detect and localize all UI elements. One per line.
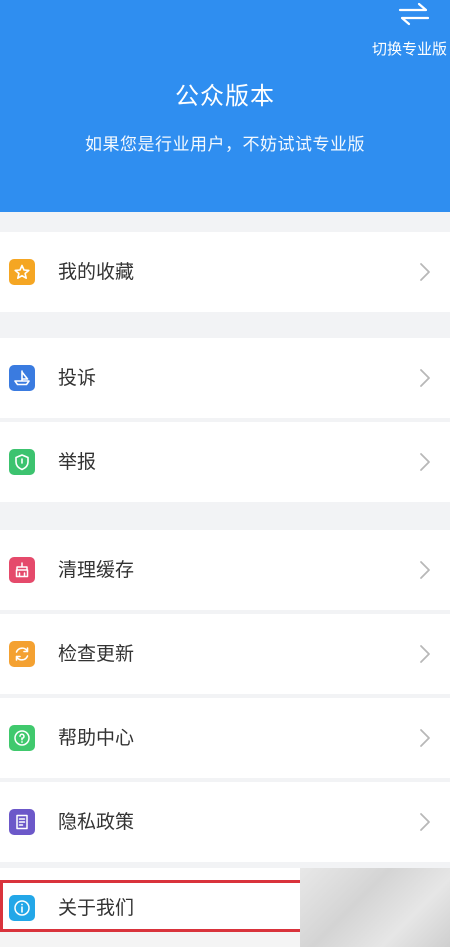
menu-item-report[interactable]: 举报	[0, 422, 450, 502]
chevron-right-icon	[420, 263, 430, 281]
page-title: 公众版本	[175, 82, 275, 110]
switch-pro-button[interactable]: 切换专业版	[372, 38, 450, 59]
chevron-right-icon	[420, 729, 430, 747]
chevron-right-icon	[420, 561, 430, 579]
chevron-right-icon	[420, 453, 430, 471]
menu-item-label: 帮助中心	[58, 727, 135, 749]
menu-item-clear-cache[interactable]: 清理缓存	[0, 530, 450, 610]
boat-icon	[9, 365, 35, 391]
menu-item-label: 隐私政策	[58, 811, 135, 833]
menu-item-label: 检查更新	[58, 643, 135, 665]
menu-item-label: 投诉	[58, 367, 97, 389]
chevron-right-icon	[420, 645, 430, 663]
switch-icon[interactable]	[398, 2, 430, 26]
menu-item-help-center[interactable]: 帮助中心	[0, 698, 450, 778]
chevron-right-icon	[420, 813, 430, 831]
menu-item-privacy-policy[interactable]: 隐私政策	[0, 782, 450, 862]
chevron-right-icon	[420, 369, 430, 387]
question-icon	[9, 725, 35, 751]
menu-item-label: 我的收藏	[58, 261, 135, 283]
menu-item-check-update[interactable]: 检查更新	[0, 614, 450, 694]
page-subtitle: 如果您是行业用户，不妨试试专业版	[85, 135, 365, 155]
broom-icon	[9, 557, 35, 583]
shield-icon	[9, 449, 35, 475]
info-icon	[9, 895, 35, 921]
document-icon	[9, 809, 35, 835]
header-banner: 切换专业版 公众版本 如果您是行业用户，不妨试试专业版	[0, 0, 450, 212]
menu-item-favorites[interactable]: 我的收藏	[0, 232, 450, 312]
blurred-overlay	[300, 868, 450, 947]
menu-item-label: 清理缓存	[58, 559, 135, 581]
star-icon	[9, 259, 35, 285]
refresh-icon	[9, 641, 35, 667]
bottom-nav-bar	[0, 932, 300, 947]
menu-item-complaint[interactable]: 投诉	[0, 338, 450, 418]
menu-item-label: 举报	[58, 451, 97, 473]
